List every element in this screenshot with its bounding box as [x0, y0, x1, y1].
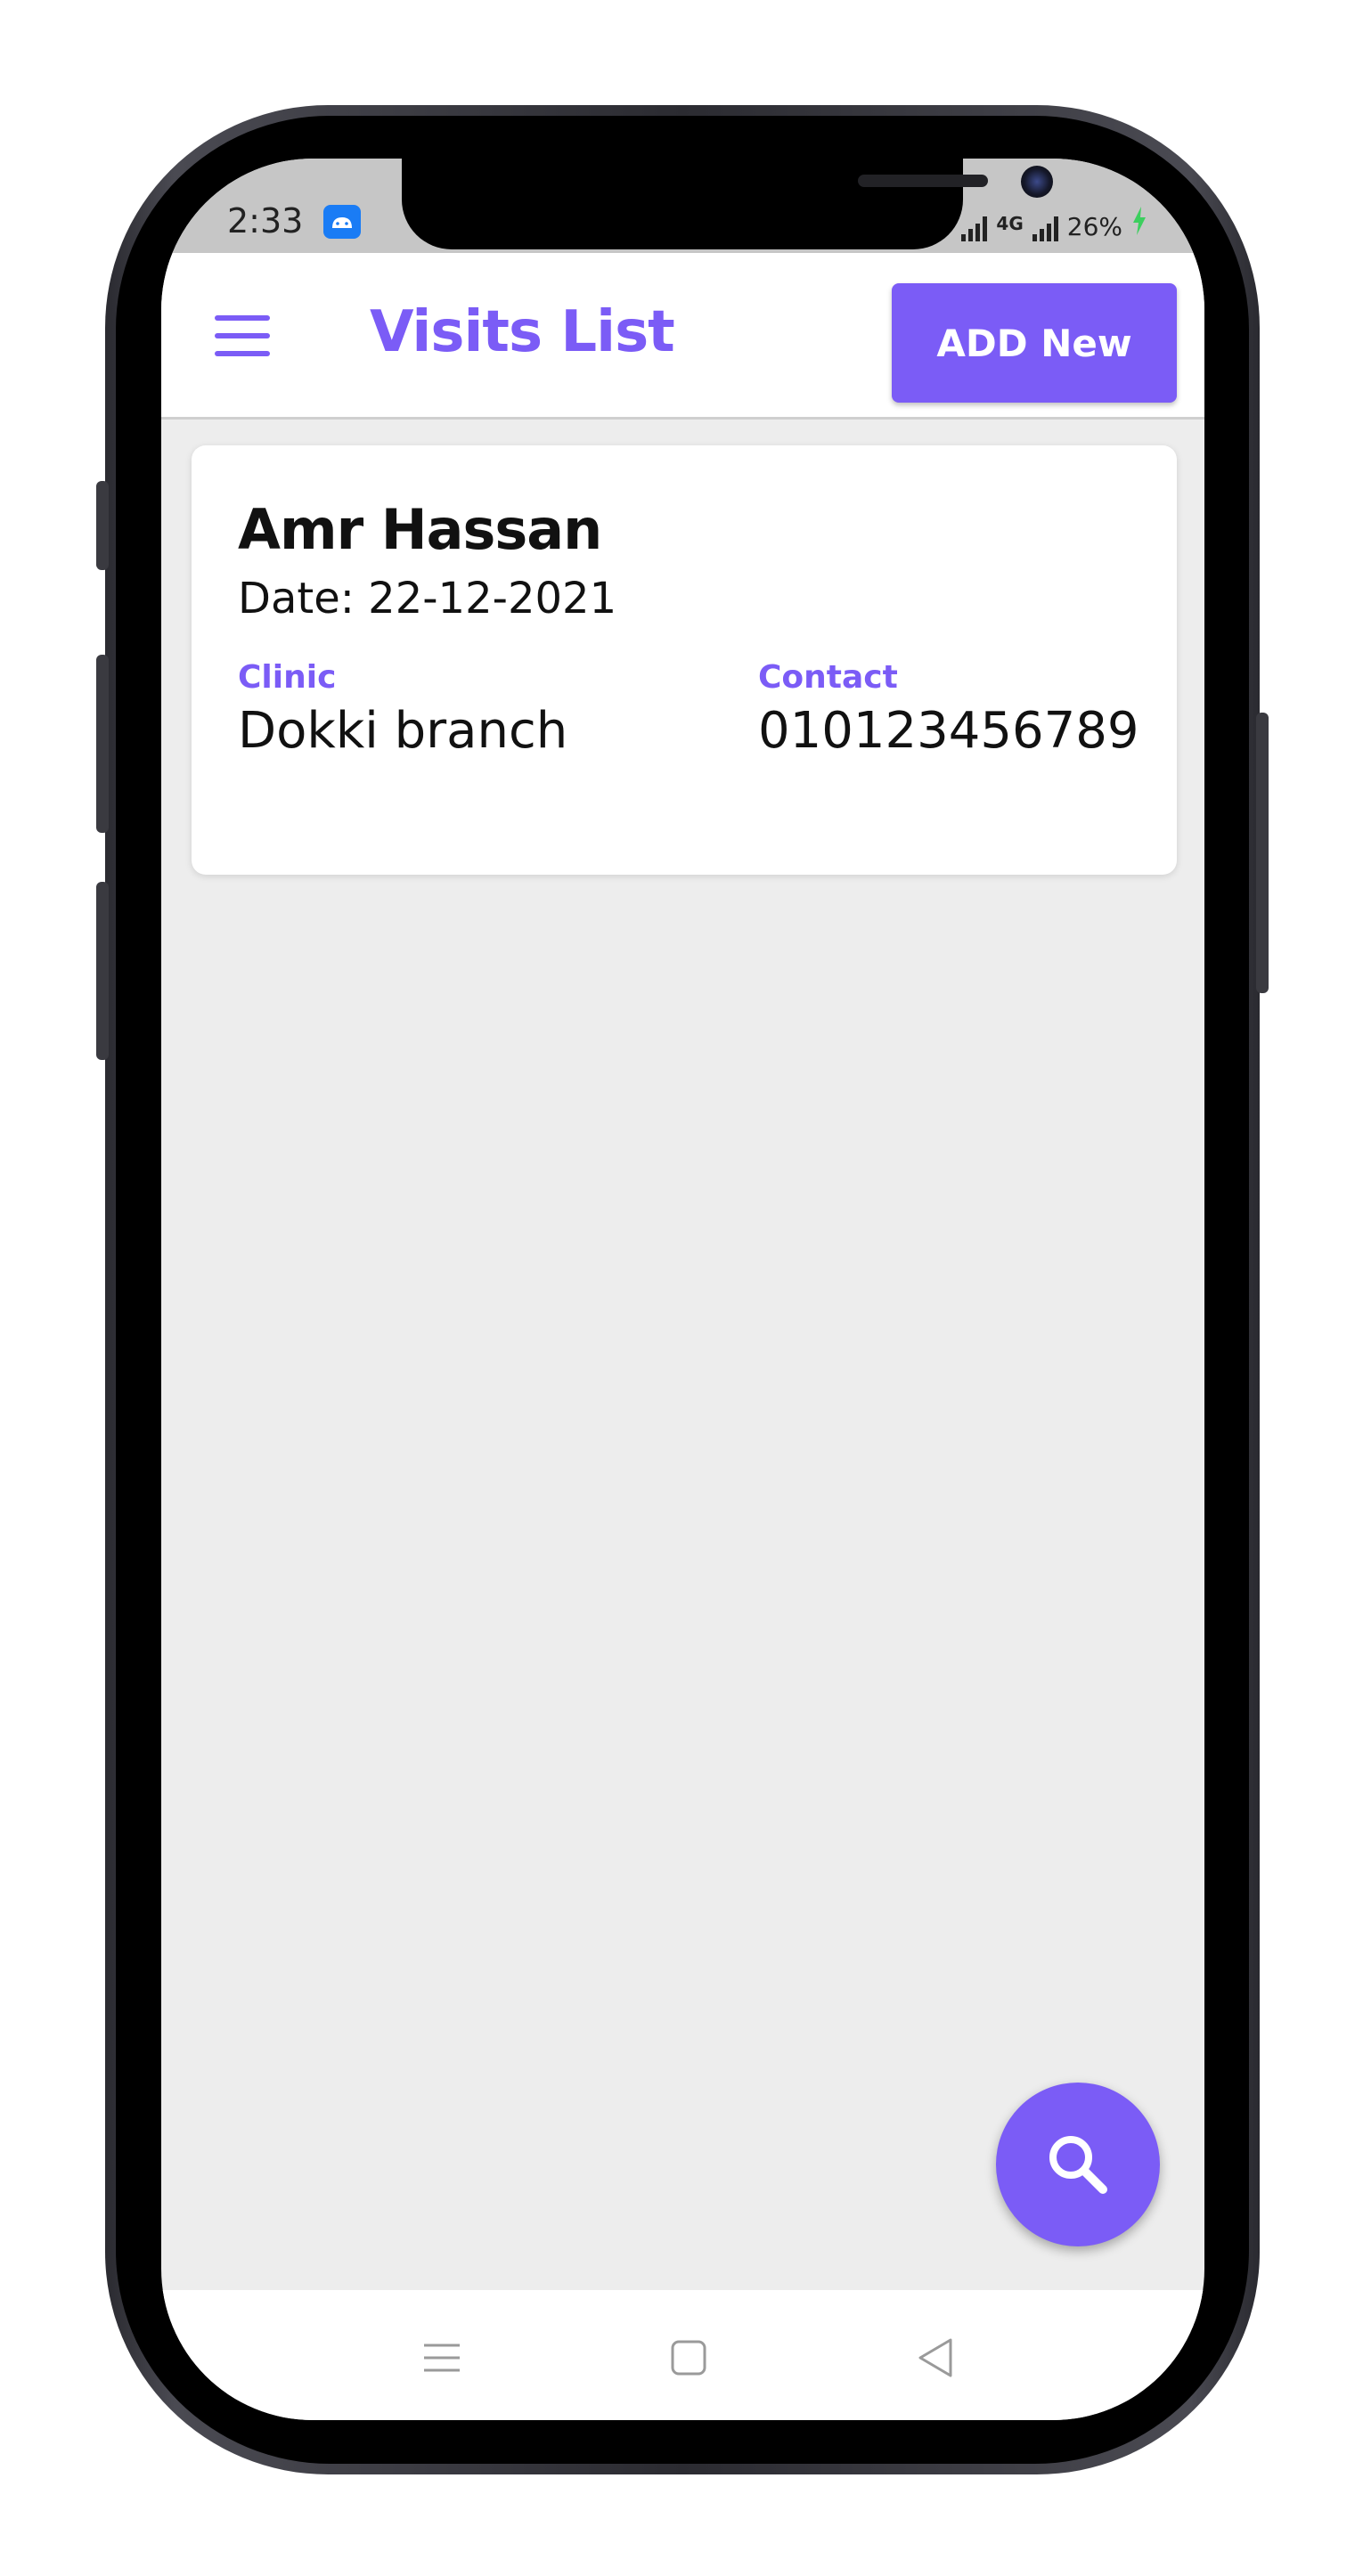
system-navigation-bar — [161, 2290, 1204, 2420]
camera-notch — [402, 159, 1053, 249]
page: 2:33 4G 26% Visits List ADD New Amr Hass… — [0, 0, 1363, 2576]
visit-patient-name: Amr Hassan — [238, 497, 602, 562]
signal-icon-2 — [1032, 215, 1058, 241]
home-icon[interactable] — [662, 2331, 715, 2384]
clinic-value: Dokki branch — [238, 702, 568, 760]
front-camera — [1021, 166, 1053, 198]
add-new-button[interactable]: ADD New — [892, 283, 1177, 403]
phone-volume-up — [96, 655, 109, 833]
app-header: Visits List ADD New — [161, 253, 1204, 420]
network-type: 4G — [996, 213, 1024, 234]
battery-percent: 26% — [1066, 212, 1122, 241]
recent-apps-icon[interactable] — [415, 2331, 469, 2384]
phone-side-button — [96, 481, 109, 570]
status-bar: 2:33 4G 26% — [161, 159, 1204, 253]
earpiece-speaker — [858, 175, 988, 187]
hamburger-menu-icon[interactable] — [215, 315, 270, 356]
status-time: 2:33 — [227, 201, 304, 240]
contact-label: Contact — [758, 659, 898, 696]
visit-date: Date: 22-12-2021 — [238, 574, 617, 624]
phone-power-button — [1256, 713, 1269, 993]
page-title: Visits List — [370, 299, 675, 365]
search-fab-button[interactable] — [996, 2083, 1160, 2246]
back-icon[interactable] — [910, 2331, 963, 2384]
contact-value: 010123456789 — [758, 702, 1139, 760]
visit-card[interactable]: Amr Hassan Date: 22-12-2021 Clinic Dokki… — [192, 445, 1177, 875]
search-icon — [1049, 2136, 1107, 2194]
android-app-icon — [323, 205, 361, 239]
status-indicators: 4G 26% — [961, 207, 1147, 241]
screen: 2:33 4G 26% Visits List ADD New Amr Hass… — [161, 159, 1204, 2420]
charging-icon — [1131, 207, 1147, 241]
phone-volume-down — [96, 882, 109, 1060]
clinic-label: Clinic — [238, 659, 337, 696]
signal-icon — [961, 215, 988, 241]
